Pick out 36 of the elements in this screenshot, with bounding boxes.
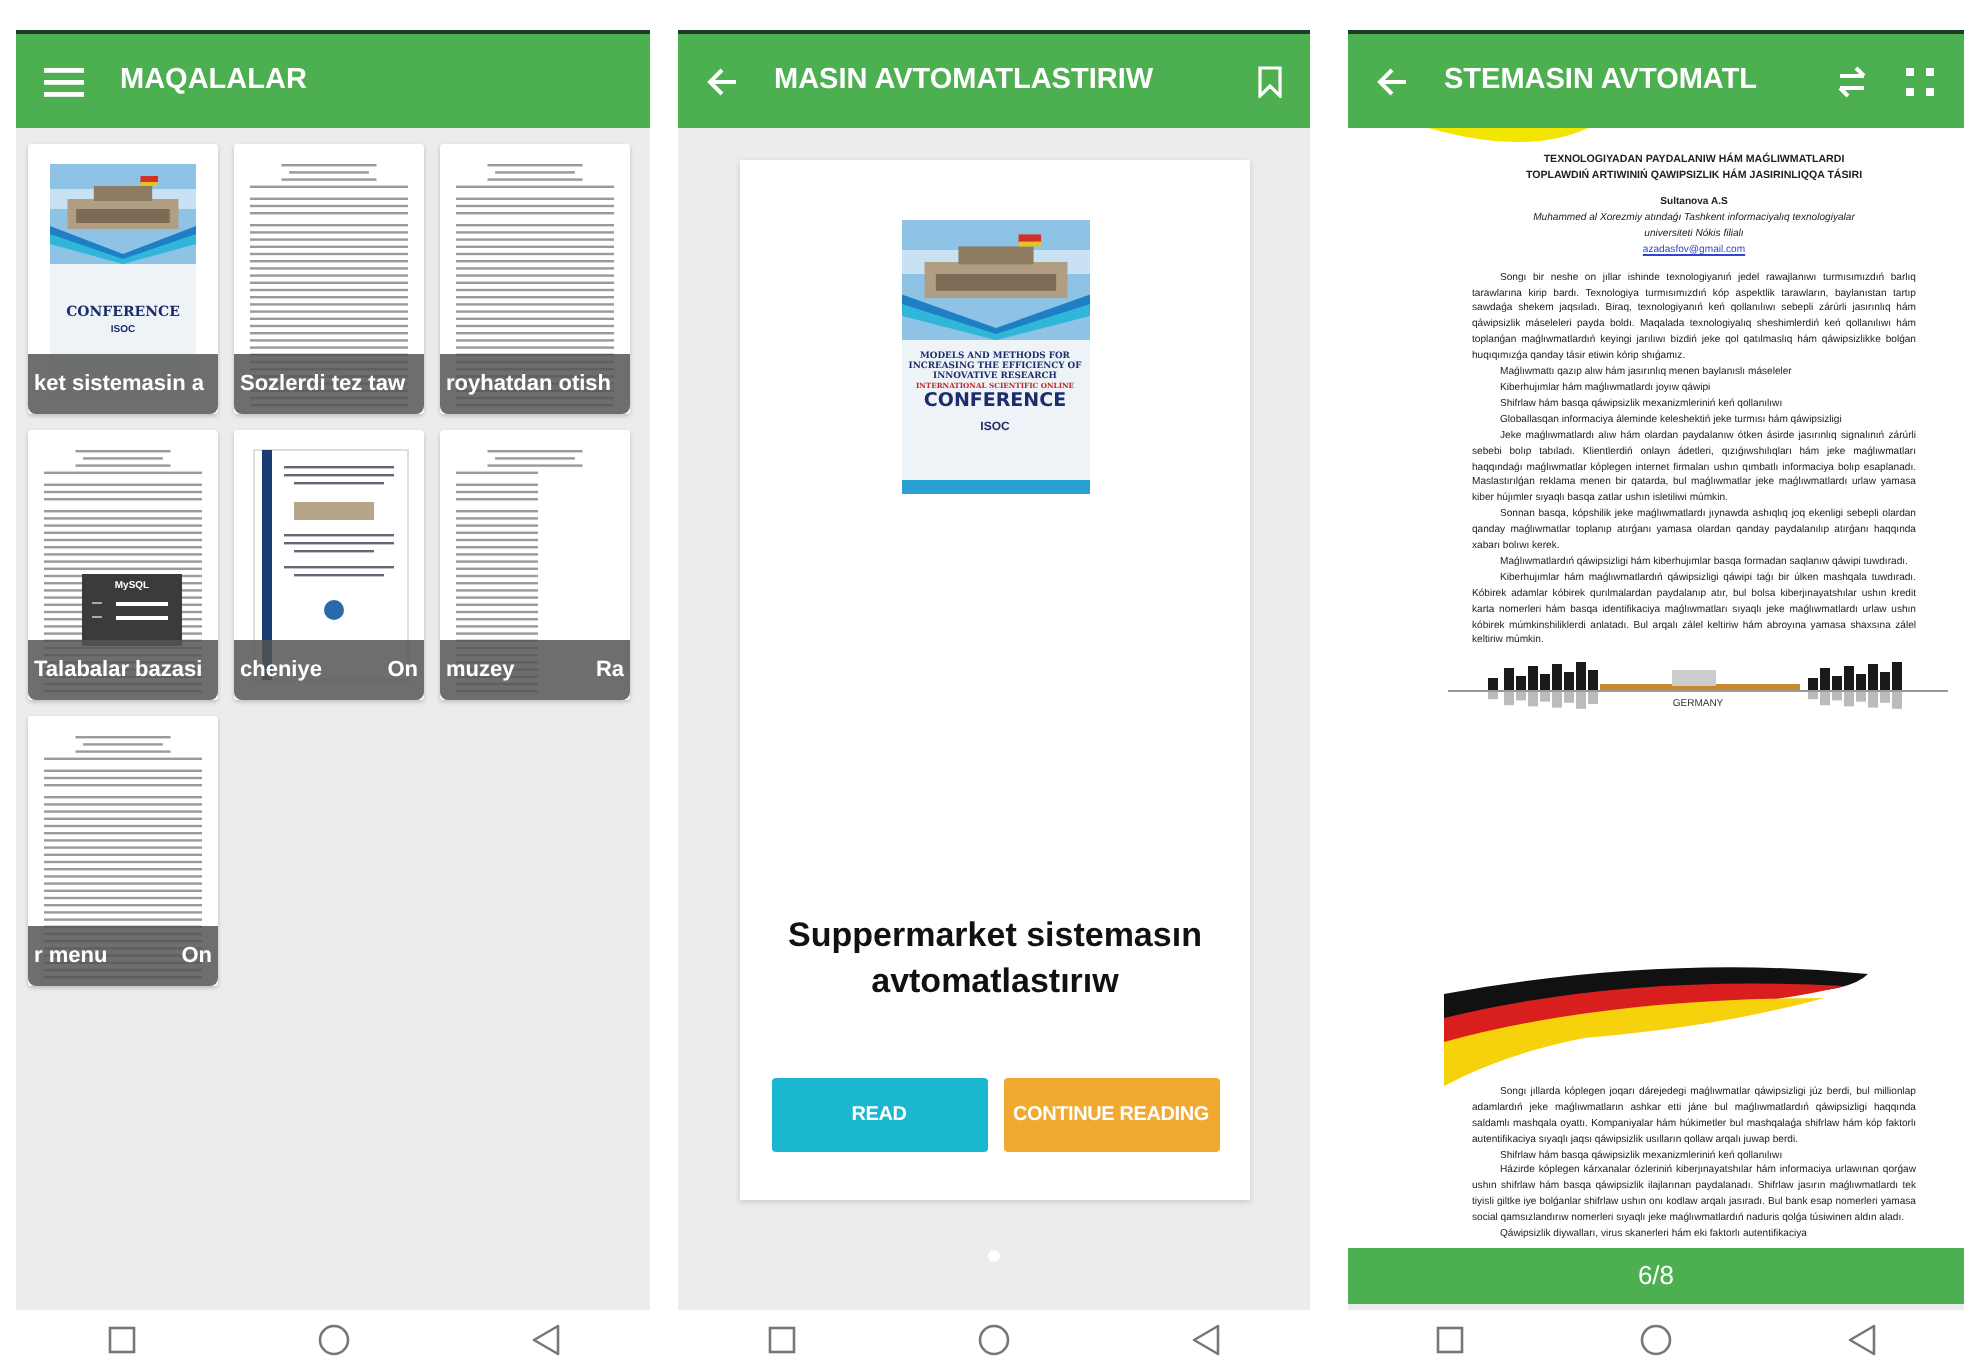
page-indicator: 6/8 <box>1348 1248 1964 1304</box>
article-card[interactable]: r menu On <box>28 716 218 986</box>
article-card[interactable]: Sozlerdi tez taw <box>234 144 424 414</box>
article-title: Sozlerdi tez taw <box>240 369 406 400</box>
back-arrow-icon[interactable] <box>1376 65 1408 97</box>
screen-title: MASIN AVTOMATLASTIRIW <box>774 61 1156 100</box>
screen-title: MAQALALAR <box>120 61 309 100</box>
article-title: r menu <box>34 941 108 972</box>
article-card[interactable]: muzey Ra <box>440 430 630 700</box>
article-title: royhatdan otish <box>446 369 612 400</box>
article-title: On <box>387 655 418 686</box>
swap-icon[interactable] <box>1836 65 1868 97</box>
article-title: On <box>181 941 212 972</box>
screen-title: STEMASIN AVTOMATL <box>1444 61 1760 100</box>
article-card[interactable]: royhatdan otish <box>440 144 630 414</box>
article-title: cheniye <box>240 655 322 686</box>
book-title: Suppermarket sistemasın avtomatlastırıw <box>786 914 1204 1005</box>
recent-apps-icon[interactable] <box>1436 1325 1464 1353</box>
home-icon[interactable] <box>317 1323 349 1355</box>
article-title: ket sistemasin a <box>34 369 204 400</box>
article-title: Talabalar bazasi <box>34 655 203 686</box>
bookmark-icon[interactable] <box>1258 65 1282 97</box>
article-title: Ra <box>595 655 624 686</box>
home-icon[interactable] <box>1640 1323 1672 1355</box>
back-icon[interactable] <box>1191 1323 1220 1355</box>
back-icon[interactable] <box>531 1323 559 1355</box>
poster-headline: CONFERENCE <box>923 392 1067 415</box>
article-title: muzey <box>446 655 515 686</box>
back-icon[interactable] <box>1848 1323 1876 1355</box>
recent-apps-icon[interactable] <box>768 1325 797 1353</box>
back-arrow-icon[interactable] <box>706 65 738 97</box>
home-icon[interactable] <box>977 1323 1010 1355</box>
recent-apps-icon[interactable] <box>107 1325 135 1353</box>
menu-icon[interactable] <box>44 65 84 97</box>
fullscreen-icon[interactable] <box>1904 65 1936 97</box>
article-card[interactable]: cheniye On <box>234 430 424 700</box>
